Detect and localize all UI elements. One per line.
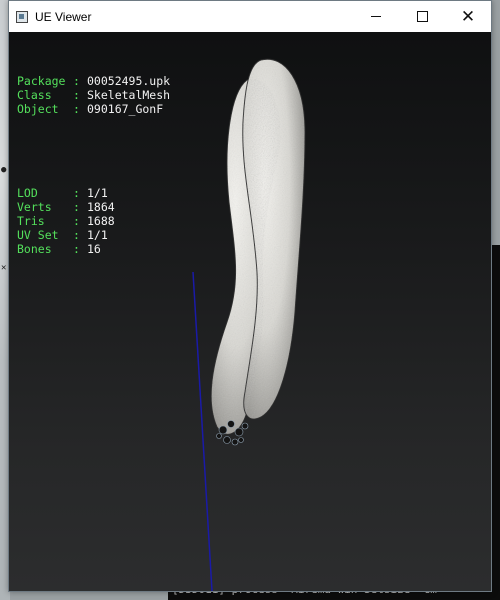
object-info-row: Class: SkeletalMesh [17, 88, 170, 102]
info-label: Verts [17, 200, 52, 214]
info-label: Class [17, 88, 52, 102]
info-value: SkeletalMesh [87, 88, 171, 102]
maximize-button[interactable] [399, 1, 445, 32]
info-separator: : [73, 214, 80, 228]
background-glyph: ✕ [1, 263, 7, 273]
info-value: 1864 [87, 200, 115, 214]
info-separator: : [73, 242, 80, 256]
ue-viewer-window[interactable]: UE Viewer ✕ Package: 00052495.upk Class… [8, 0, 492, 592]
bone-line [192, 271, 213, 591]
info-separator: : [73, 88, 80, 102]
object-info-group: Package:00052495.upk Class: SkeletalMesh Ob… [17, 74, 170, 116]
object-info-row: Package:00052495.upk [17, 74, 170, 88]
minimize-icon [371, 16, 381, 17]
info-label: Package [17, 74, 66, 88]
mesh-stat-row: UV Set:1/1 [17, 228, 170, 242]
window-title: UE Viewer [35, 9, 92, 24]
minimize-button[interactable] [353, 1, 399, 32]
info-label: Tris [17, 214, 45, 228]
maximize-icon [416, 11, 428, 22]
info-value: 1688 [87, 214, 115, 228]
mesh-stat-row: Bones:16 [17, 242, 170, 256]
info-separator: : [73, 186, 80, 200]
info-value: 00052495.upk [87, 74, 171, 88]
info-separator: : [73, 200, 80, 214]
mesh-viewport[interactable]: Package:00052495.upk Class: SkeletalMesh Ob… [9, 32, 491, 591]
mesh-stat-row: Verts:1864 [17, 200, 170, 214]
info-label: Object [17, 102, 59, 116]
info-separator: : [73, 228, 80, 242]
app-icon[interactable] [16, 10, 28, 23]
close-icon: ✕ [460, 6, 476, 27]
info-value: 1/1 [87, 228, 108, 242]
mesh-info-panel: Package:00052495.upk Class: SkeletalMesh Ob… [17, 46, 170, 284]
info-label: UV Set [17, 228, 59, 242]
info-value: 1/1 [87, 186, 108, 200]
info-label: LOD [17, 186, 38, 200]
info-separator: : [73, 102, 80, 116]
close-button[interactable]: ✕ [445, 1, 491, 32]
info-separator: : [73, 74, 80, 88]
info-value: 090167_GonF [87, 102, 164, 116]
object-info-row: Object:090167_GonF [17, 102, 170, 116]
background-glyph: ● [1, 165, 7, 175]
info-label: Bones [17, 242, 52, 256]
mesh-stat-row: LOD:1/1 [17, 186, 170, 200]
info-value: 16 [87, 242, 101, 256]
title-bar[interactable]: UE Viewer ✕ [9, 1, 491, 32]
mesh-stat-row: Tris:1688 [17, 214, 170, 228]
mesh-stats-group: LOD:1/1 Verts:1864 Tris:1688 UV Set:1/1 Bone… [17, 186, 170, 256]
